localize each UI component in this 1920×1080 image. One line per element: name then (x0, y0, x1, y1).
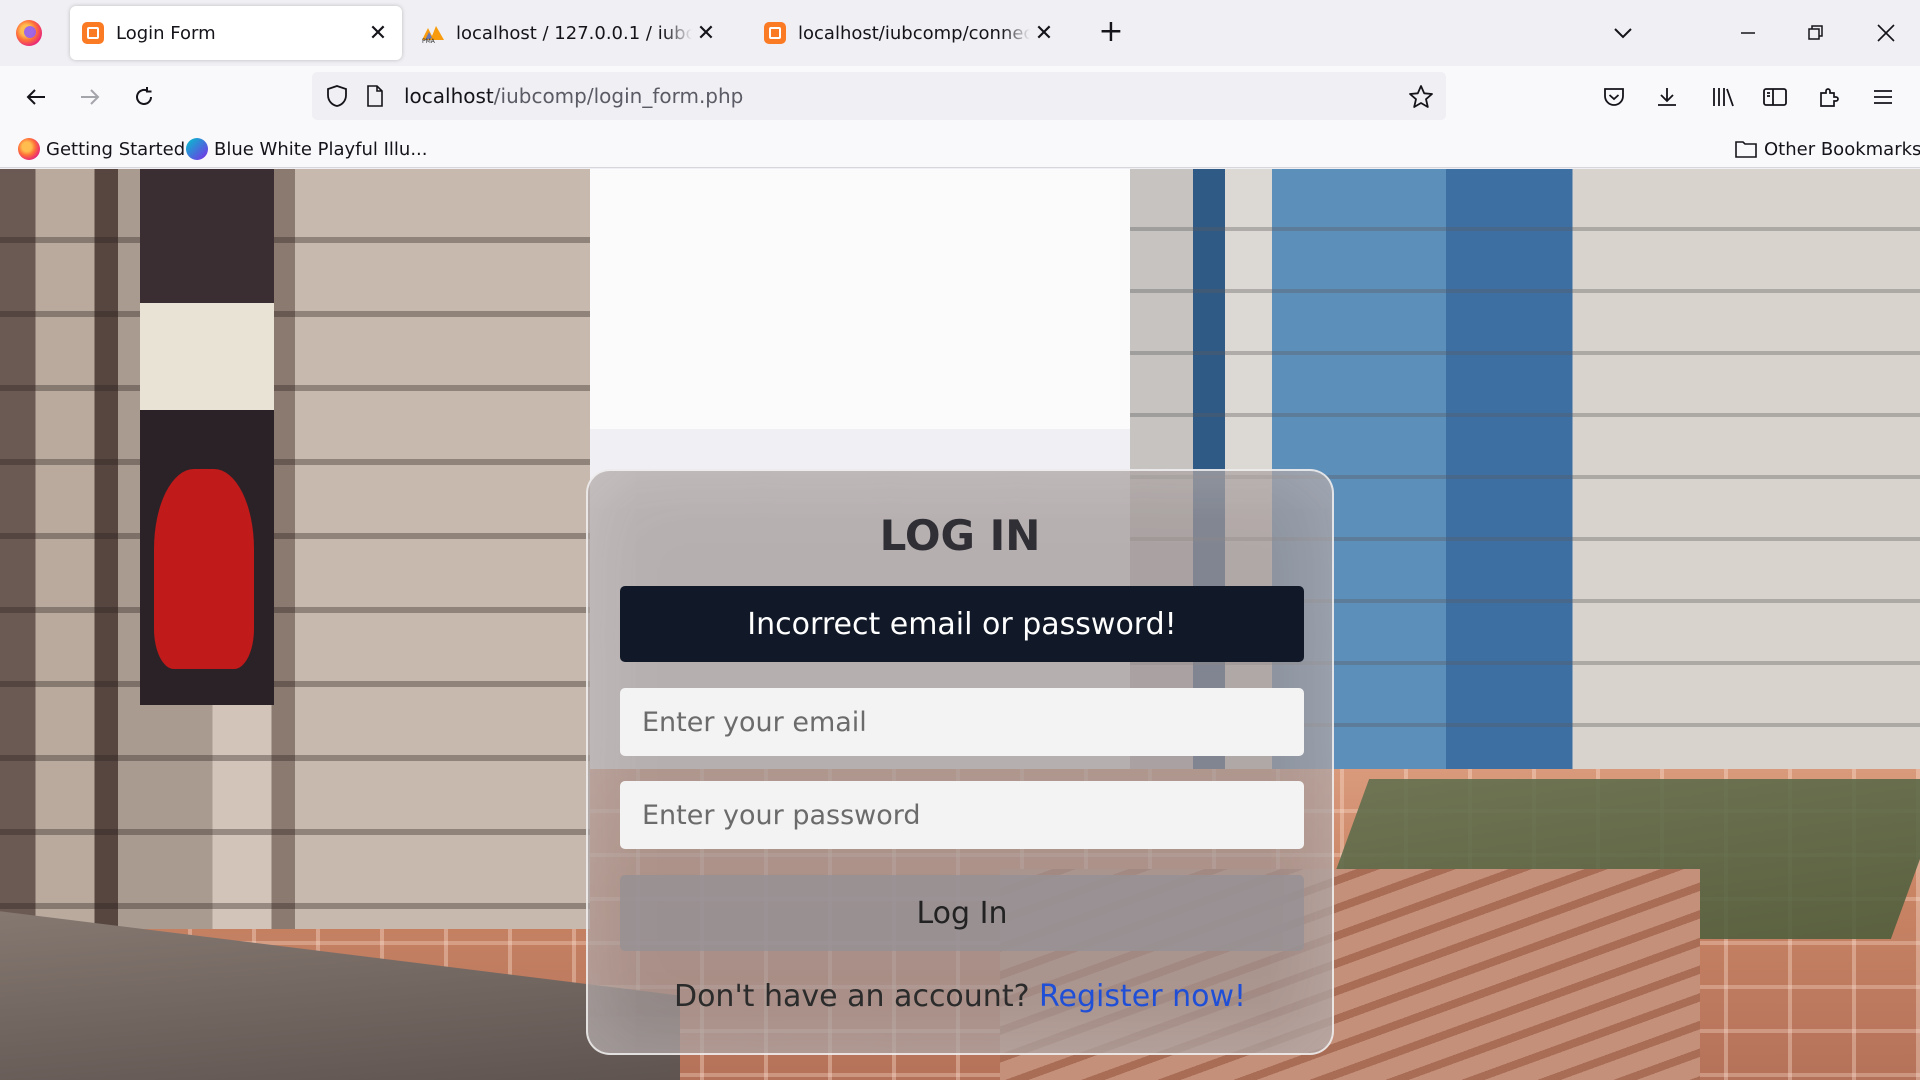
bookmark-label: Blue White Playful Illu... (214, 138, 428, 160)
folder-icon (1735, 141, 1757, 158)
tab-close-icon[interactable]: ✕ (1030, 19, 1058, 47)
url-path: /iubcomp/login_form.php (493, 84, 744, 108)
tab-title: localhost/iubcomp/connection.php (798, 22, 1030, 44)
tab-close-icon[interactable]: ✕ (364, 19, 392, 47)
register-prompt: Don't have an account? Register now! (588, 979, 1332, 1014)
bookmark-star-icon[interactable] (1408, 84, 1434, 110)
download-icon (1658, 88, 1676, 106)
other-bookmarks[interactable]: Other Bookmarks (1734, 136, 1920, 162)
restore-icon (1808, 25, 1823, 40)
pocket-icon (1604, 88, 1624, 106)
tab-bar: Login Form ✕ PMA localhost / 127.0.0.1 /… (0, 0, 1920, 66)
bookmarks-toolbar: Getting Started Blue White Playful Illu.… (0, 128, 1920, 168)
library-icon (1713, 88, 1734, 107)
reload-button[interactable] (126, 79, 162, 115)
tab-close-icon[interactable]: ✕ (692, 19, 720, 47)
library-button[interactable] (1706, 80, 1740, 114)
close-window-button[interactable] (1866, 14, 1906, 52)
tab-connection[interactable]: localhost/iubcomp/connection.php ✕ (752, 6, 1068, 60)
bookmark-getting-started[interactable]: Getting Started (18, 136, 185, 162)
canva-icon (186, 138, 208, 160)
tab-title: localhost / 127.0.0.1 / iubcomp (456, 22, 692, 44)
firefox-menu-icon[interactable] (16, 20, 42, 46)
downloads-button[interactable] (1650, 80, 1684, 114)
minimize-icon (1741, 32, 1755, 34)
xampp-icon (82, 22, 104, 44)
reload-icon (136, 87, 152, 105)
puzzle-icon (1820, 88, 1839, 107)
hamburger-menu-icon (1874, 90, 1892, 104)
error-alert: Incorrect email or password! (620, 586, 1304, 662)
pocket-button[interactable] (1597, 80, 1631, 114)
tab-phpmyadmin[interactable]: PMA localhost / 127.0.0.1 / iubcomp ✕ (414, 6, 730, 60)
close-icon (1877, 24, 1895, 42)
url-host: localhost (404, 84, 494, 108)
bookmark-label: Getting Started (46, 138, 186, 160)
back-arrow-icon (26, 89, 45, 105)
background-building-left (0, 169, 590, 929)
login-title: LOG IN (879, 511, 1041, 560)
email-field[interactable] (620, 688, 1304, 756)
list-all-tabs-icon[interactable] (1608, 18, 1638, 48)
restore-button[interactable] (1796, 14, 1836, 52)
url-text[interactable]: localhost/iubcomp/login_form.php (404, 84, 743, 108)
tab-title: Login Form (116, 22, 216, 44)
page-content: LOG IN Incorrect email or password! Log … (0, 169, 1920, 1080)
register-prompt-text: Don't have an account? (673, 979, 1040, 1014)
app-menu-button[interactable] (1866, 80, 1900, 114)
xampp-icon (764, 22, 786, 44)
url-bar[interactable]: localhost/iubcomp/login_form.php (312, 72, 1446, 120)
page-info-icon[interactable] (366, 85, 384, 107)
login-card: LOG IN Incorrect email or password! Log … (586, 469, 1334, 1055)
tab-login-form[interactable]: Login Form ✕ (70, 6, 402, 60)
sidebar-button[interactable] (1758, 80, 1792, 114)
extensions-button[interactable] (1812, 80, 1846, 114)
forward-arrow-icon (81, 89, 100, 105)
tracking-protection-shield-icon[interactable] (326, 84, 348, 108)
forward-button[interactable] (72, 79, 108, 115)
new-tab-button[interactable]: + (1096, 17, 1126, 48)
navigation-toolbar: localhost/iubcomp/login_form.php (0, 66, 1920, 128)
register-link[interactable]: Register now! (1039, 979, 1246, 1014)
phpmyadmin-icon: PMA (422, 26, 444, 44)
login-button[interactable]: Log In (620, 875, 1304, 951)
firefox-icon (18, 138, 40, 160)
other-bookmarks-label: Other Bookmarks (1764, 138, 1920, 160)
minimize-button[interactable] (1728, 14, 1768, 52)
back-button[interactable] (18, 79, 54, 115)
sidebar-icon (1763, 88, 1787, 106)
svg-text:PMA: PMA (422, 38, 436, 44)
background-banner (140, 169, 274, 705)
password-field[interactable] (620, 781, 1304, 849)
bookmark-blue-white-playful[interactable]: Blue White Playful Illu... (186, 136, 428, 162)
